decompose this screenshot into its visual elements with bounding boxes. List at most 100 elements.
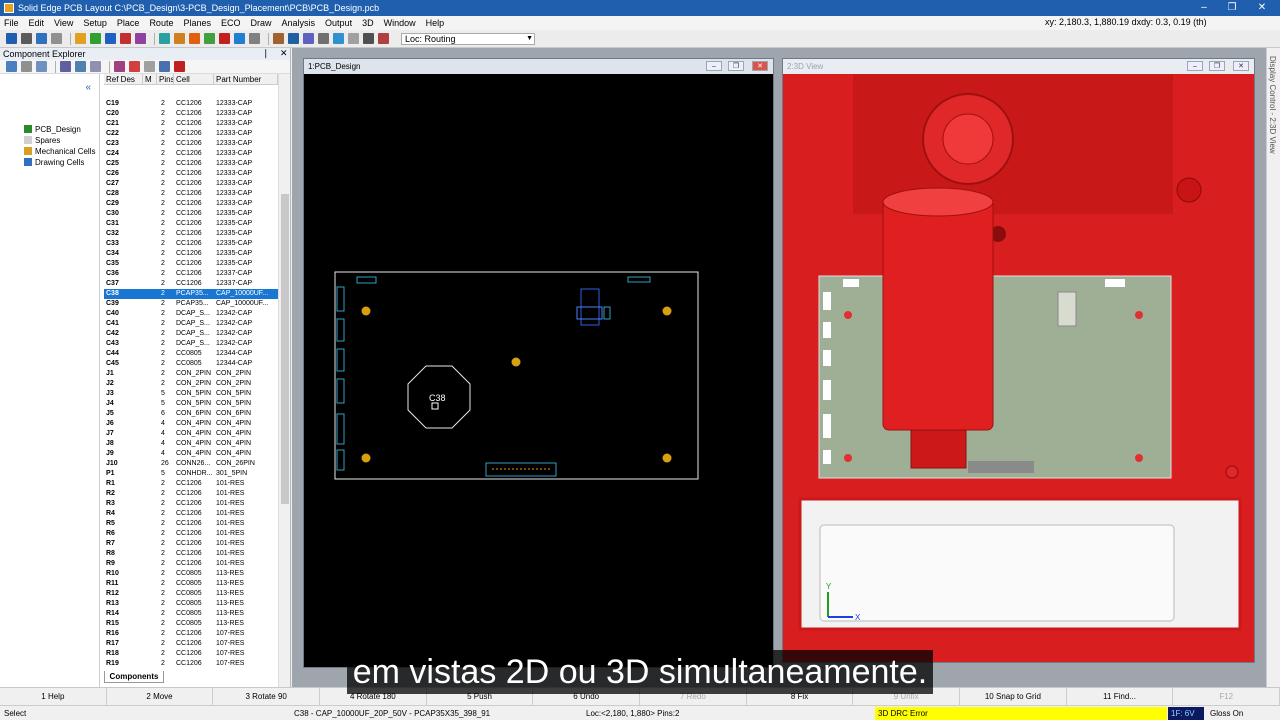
table-row[interactable]: P1 5 CONHDR... 301_5PIN <box>104 469 278 479</box>
arrow-icon[interactable] <box>114 61 125 72</box>
minimize-button[interactable]: – <box>1190 0 1218 16</box>
tree-item[interactable]: Drawing Cells <box>24 157 84 167</box>
3d-minimize-button[interactable]: – <box>1187 61 1203 71</box>
pcb-close-button[interactable]: ✕ <box>752 61 768 71</box>
col-part-number[interactable]: Part Number <box>214 74 278 84</box>
toolbar-tool-icon[interactable] <box>189 33 200 44</box>
unplace-icon[interactable] <box>90 61 101 72</box>
table-row[interactable]: R1 2 CC1206 101-RES <box>104 479 278 489</box>
table-row[interactable]: J1 2 CON_2PIN CON_2PIN <box>104 369 278 379</box>
toolbar-tool-icon[interactable] <box>174 33 185 44</box>
table-row[interactable]: R4 2 CC1206 101-RES <box>104 509 278 519</box>
toolbar-tool-icon[interactable] <box>204 33 215 44</box>
table-row[interactable]: J8 4 CON_4PIN CON_4PIN <box>104 439 278 449</box>
table-row[interactable]: C37 2 CC1206 12337-CAP <box>104 279 278 289</box>
toolbar-tool-icon[interactable] <box>90 33 101 44</box>
table-row[interactable]: C28 2 CC1206 12333-CAP <box>104 189 278 199</box>
menu-draw[interactable]: Draw <box>251 18 272 28</box>
toolbar-tool-icon[interactable] <box>159 33 170 44</box>
sort-icon[interactable] <box>159 61 170 72</box>
table-row[interactable]: C44 2 CC0805 12344-CAP <box>104 349 278 359</box>
table-row[interactable]: C42 2 DCAP_S... 12342-CAP <box>104 329 278 339</box>
table-row[interactable]: C23 2 CC1206 12333-CAP <box>104 139 278 149</box>
table-row[interactable]: C39 2 PCAP35... CAP_10000UF... <box>104 299 278 309</box>
3d-close-button[interactable]: ✕ <box>1233 61 1249 71</box>
toolbar-tool-icon[interactable] <box>6 33 17 44</box>
table-row[interactable]: R10 2 CC0805 113-RES <box>104 569 278 579</box>
menu-eco[interactable]: ECO <box>221 18 241 28</box>
menu-place[interactable]: Place <box>117 18 140 28</box>
table-row[interactable]: R14 2 CC0805 113-RES <box>104 609 278 619</box>
table-row[interactable]: C41 2 DCAP_S... 12342-CAP <box>104 319 278 329</box>
toolbar-tool-icon[interactable] <box>288 33 299 44</box>
menu-help[interactable]: Help <box>426 18 445 28</box>
tree-item[interactable]: PCB_Design <box>24 124 81 134</box>
toolbar-tool-icon[interactable] <box>273 33 284 44</box>
col-cell[interactable]: Cell <box>174 74 214 84</box>
tree-item[interactable]: Spares <box>24 135 60 145</box>
table-row[interactable]: R8 2 CC1206 101-RES <box>104 549 278 559</box>
table-row[interactable]: J7 4 CON_4PIN CON_4PIN <box>104 429 278 439</box>
3d-restore-button[interactable]: ❐ <box>1209 61 1225 71</box>
pin-icon[interactable]: ❘ <box>262 48 270 59</box>
funnel-icon[interactable] <box>129 61 140 72</box>
grid-scrollbar[interactable] <box>278 74 290 687</box>
table-row[interactable]: R7 2 CC1206 101-RES <box>104 539 278 549</box>
table-row[interactable]: C38 2 PCAP35... CAP_10000UF... <box>104 289 278 299</box>
toolbar-tool-icon[interactable] <box>120 33 131 44</box>
toolbar-tool-icon[interactable] <box>75 33 86 44</box>
menu-view[interactable]: View <box>54 18 73 28</box>
table-row[interactable]: C31 2 CC1206 12335-CAP <box>104 219 278 229</box>
table-row[interactable]: J4 5 CON_5PIN CON_5PIN <box>104 399 278 409</box>
table-row[interactable]: J9 4 CON_4PIN CON_4PIN <box>104 449 278 459</box>
location-mode-select[interactable]: Loc: Routing ▼ <box>401 32 535 45</box>
close-button[interactable]: ✕ <box>1248 0 1276 16</box>
table-row[interactable]: C27 2 CC1206 12333-CAP <box>104 179 278 189</box>
col-pins[interactable]: Pins <box>157 74 174 84</box>
toolbar-tool-icon[interactable] <box>219 33 230 44</box>
table-row[interactable]: J5 6 CON_6PIN CON_6PIN <box>104 409 278 419</box>
maximize-button[interactable]: ❐ <box>1218 0 1246 16</box>
table-row[interactable]: C33 2 CC1206 12335-CAP <box>104 239 278 249</box>
toolbar-tool-icon[interactable] <box>36 33 47 44</box>
toolbar-tool-icon[interactable] <box>378 33 389 44</box>
collapse-panel-icon[interactable]: « <box>85 82 91 93</box>
pcb-canvas[interactable]: C38 <box>304 74 773 667</box>
table-row[interactable]: R16 2 CC1206 107-RES <box>104 629 278 639</box>
scrollbar-thumb[interactable] <box>281 194 289 504</box>
expand-icon[interactable] <box>21 61 32 72</box>
table-row[interactable]: J6 4 CON_4PIN CON_4PIN <box>104 419 278 429</box>
toolbar-tool-icon[interactable] <box>333 33 344 44</box>
table-row[interactable]: C22 2 CC1206 12333-CAP <box>104 129 278 139</box>
table-row[interactable]: C43 2 DCAP_S... 12342-CAP <box>104 339 278 349</box>
explorer-close-icon[interactable]: ✕ <box>280 48 288 59</box>
table-row[interactable]: C40 2 DCAP_S... 12342-CAP <box>104 309 278 319</box>
toolbar-tool-icon[interactable] <box>363 33 374 44</box>
collapse-icon[interactable] <box>36 61 47 72</box>
clear-filter-icon[interactable] <box>144 61 155 72</box>
table-row[interactable]: C24 2 CC1206 12333-CAP <box>104 149 278 159</box>
table-row[interactable]: R11 2 CC0805 113-RES <box>104 579 278 589</box>
select-icon[interactable] <box>60 61 71 72</box>
eraser-icon[interactable] <box>174 61 185 72</box>
table-row[interactable]: C45 2 CC0805 12344-CAP <box>104 359 278 369</box>
table-row[interactable]: C19 2 CC1206 12333-CAP <box>104 99 278 109</box>
toolbar-tool-icon[interactable] <box>249 33 260 44</box>
col-m[interactable]: M <box>143 74 157 84</box>
toolbar-tool-icon[interactable] <box>135 33 146 44</box>
menu-analysis[interactable]: Analysis <box>282 18 316 28</box>
place-icon[interactable] <box>75 61 86 72</box>
table-row[interactable]: R13 2 CC0805 113-RES <box>104 599 278 609</box>
toolbar-tool-icon[interactable] <box>348 33 359 44</box>
col-ref-des[interactable]: Ref Des <box>104 74 143 84</box>
tree-item[interactable]: Mechanical Cells <box>24 146 95 156</box>
toolbar-tool-icon[interactable] <box>21 33 32 44</box>
gloss-status[interactable]: Gloss On <box>1210 709 1243 718</box>
menu-planes[interactable]: Planes <box>183 18 211 28</box>
table-row[interactable]: J3 5 CON_5PIN CON_5PIN <box>104 389 278 399</box>
menu-output[interactable]: Output <box>325 18 352 28</box>
table-row[interactable]: C32 2 CC1206 12335-CAP <box>104 229 278 239</box>
table-row[interactable]: C29 2 CC1206 12333-CAP <box>104 199 278 209</box>
menu-3d[interactable]: 3D <box>362 18 374 28</box>
toolbar-tool-icon[interactable] <box>51 33 62 44</box>
